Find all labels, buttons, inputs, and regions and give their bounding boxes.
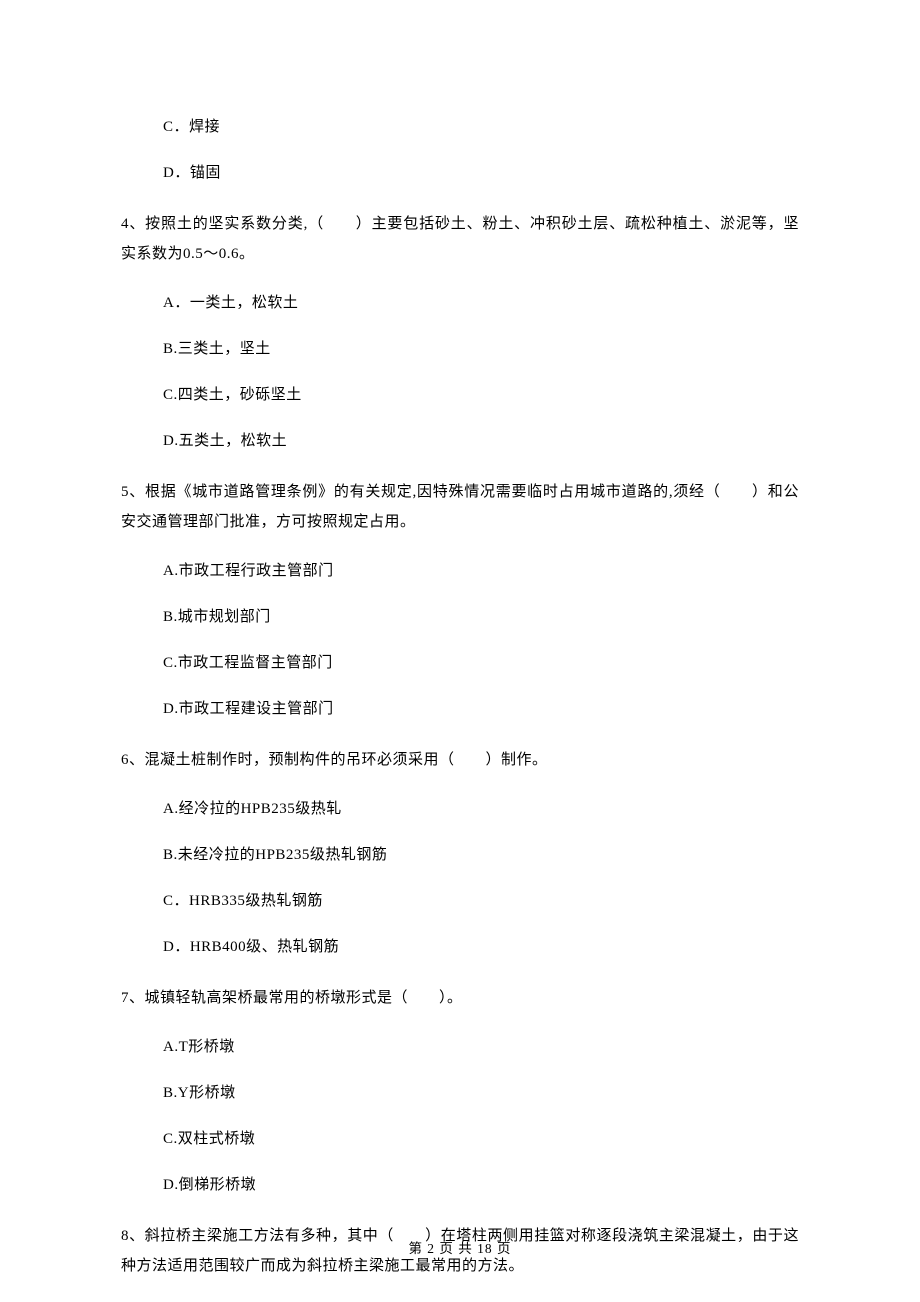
option-7c: C.双柱式桥墩 xyxy=(121,1127,799,1151)
option-5a: A.市政工程行政主管部门 xyxy=(121,559,799,583)
question-5: 5、根据《城市道路管理条例》的有关规定,因特殊情况需要临时占用城市道路的,须经（… xyxy=(121,477,799,537)
question-4: 4、按照土的坚实系数分类,（ ）主要包括砂土、粉土、冲积砂土层、疏松种植土、淤泥… xyxy=(121,209,799,269)
option-c: C．焊接 xyxy=(121,115,799,139)
question-7: 7、城镇轻轨高架桥最常用的桥墩形式是（ ）。 xyxy=(121,983,799,1013)
page-footer: 第 2 页 共 18 页 xyxy=(0,1238,920,1260)
document-page: C．焊接 D．锚固 4、按照土的坚实系数分类,（ ）主要包括砂土、粉土、冲积砂土… xyxy=(0,0,920,1302)
option-7d: D.倒梯形桥墩 xyxy=(121,1173,799,1197)
option-4b: B.三类土，坚土 xyxy=(121,337,799,361)
option-4c: C.四类土，砂砾坚土 xyxy=(121,383,799,407)
question-6: 6、混凝土桩制作时，预制构件的吊环必须采用（ ）制作。 xyxy=(121,745,799,775)
option-4d: D.五类土，松软土 xyxy=(121,429,799,453)
option-6d: D．HRB400级、热轧钢筋 xyxy=(121,935,799,959)
option-5c: C.市政工程监督主管部门 xyxy=(121,651,799,675)
option-6c: C．HRB335级热轧钢筋 xyxy=(121,889,799,913)
option-6a: A.经冷拉的HPB235级热轧 xyxy=(121,797,799,821)
option-7b: B.Y形桥墩 xyxy=(121,1081,799,1105)
option-d: D．锚固 xyxy=(121,161,799,185)
option-6b: B.未经冷拉的HPB235级热轧钢筋 xyxy=(121,843,799,867)
option-5d: D.市政工程建设主管部门 xyxy=(121,697,799,721)
option-7a: A.T形桥墩 xyxy=(121,1035,799,1059)
option-5b: B.城市规划部门 xyxy=(121,605,799,629)
option-4a: A．一类土，松软土 xyxy=(121,291,799,315)
